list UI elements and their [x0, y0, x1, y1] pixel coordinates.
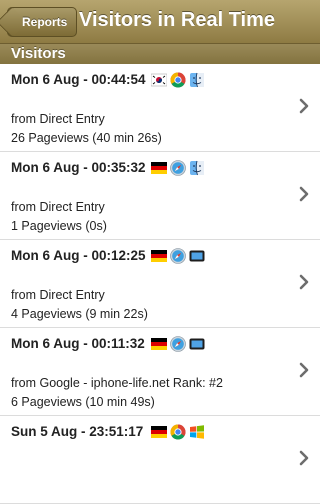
chevron-right-icon	[298, 186, 310, 202]
visit-time: Mon 6 Aug - 00:44:54	[11, 72, 146, 87]
chrome-browser-icon	[170, 72, 186, 88]
flag-germany-icon	[151, 424, 167, 440]
visitor-row[interactable]: Mon 6 Aug - 00:12:25 from Direct Entry 4…	[0, 240, 320, 328]
chrome-browser-icon	[170, 424, 186, 440]
visitor-list: Mon 6 Aug - 00:44:54 from Direct Entry 2…	[0, 64, 320, 504]
flag-germany-icon	[151, 248, 167, 264]
flag-south-korea-icon	[151, 72, 167, 88]
section-header-visitors: Visitors	[0, 44, 320, 64]
visitor-row[interactable]: Mon 6 Aug - 00:11:32 from Google - iphon…	[0, 328, 320, 416]
flag-germany-icon	[151, 336, 167, 352]
visitor-row[interactable]: Sun 5 Aug - 23:51:17	[0, 416, 320, 504]
visitor-row[interactable]: Mon 6 Aug - 00:35:32 from Direct Entry 1…	[0, 152, 320, 240]
visit-source: from Direct Entry	[11, 288, 105, 302]
flag-germany-icon	[151, 160, 167, 176]
windows-logo-icon	[189, 424, 205, 440]
visit-time: Mon 6 Aug - 00:12:25	[11, 248, 146, 263]
visitor-row[interactable]: Mon 6 Aug - 00:44:54 from Direct Entry 2…	[0, 64, 320, 152]
safari-browser-icon	[170, 248, 186, 264]
visit-source: from Direct Entry	[11, 200, 105, 214]
reports-back-button[interactable]: Reports	[7, 7, 78, 37]
visit-source: from Direct Entry	[11, 112, 105, 126]
visit-source: from Google - iphone-life.net Rank: #2	[11, 376, 223, 390]
navigation-bar: Reports Visitors in Real Time	[0, 0, 320, 44]
safari-browser-icon	[170, 336, 186, 352]
page-title: Visitors in Real Time	[79, 9, 276, 31]
visit-time: Mon 6 Aug - 00:35:32	[11, 160, 146, 175]
chevron-right-icon	[298, 98, 310, 114]
visit-pageviews: 26 Pageviews (40 min 26s)	[11, 131, 162, 145]
chevron-right-icon	[298, 274, 310, 290]
chevron-right-icon	[298, 450, 310, 466]
ipad-device-icon	[189, 336, 205, 352]
mac-finder-icon	[189, 160, 205, 176]
visit-pageviews: 6 Pageviews (10 min 49s)	[11, 395, 155, 409]
back-button-label: Reports	[22, 15, 68, 29]
visit-pageviews: 1 Pageviews (0s)	[11, 219, 107, 233]
visit-time: Mon 6 Aug - 00:11:32	[11, 336, 145, 351]
ipad-device-icon	[189, 248, 205, 264]
safari-browser-icon	[170, 160, 186, 176]
visit-time: Sun 5 Aug - 23:51:17	[11, 424, 144, 439]
visit-pageviews: 4 Pageviews (9 min 22s)	[11, 307, 148, 321]
chevron-right-icon	[298, 362, 310, 378]
mac-finder-icon	[189, 72, 205, 88]
